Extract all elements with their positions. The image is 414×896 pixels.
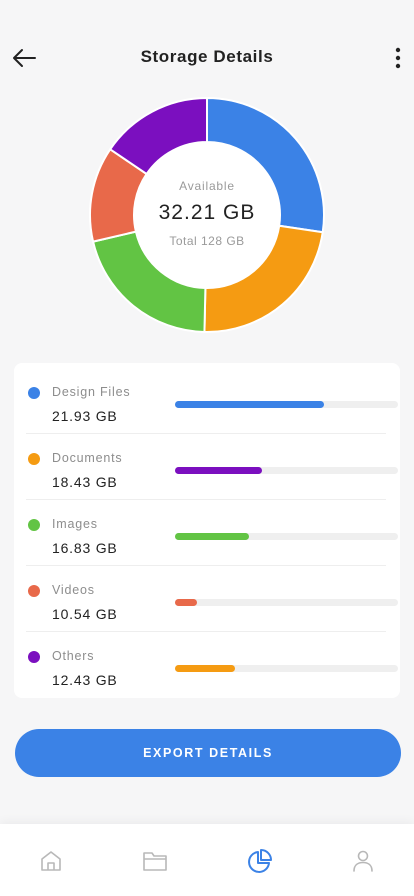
app-header: Storage Details	[0, 0, 414, 96]
usage-bar-track	[175, 665, 398, 672]
usage-bar-track	[175, 467, 398, 474]
storage-row-images[interactable]: Images 16.83 GB	[26, 500, 398, 566]
total-capacity-label: Total 128 GB	[169, 233, 245, 248]
usage-bar-fill	[175, 665, 236, 672]
storage-row-documents[interactable]: Documents 18.43 GB	[26, 434, 398, 500]
category-size: 12.43 GB	[52, 672, 118, 688]
category-dot	[28, 453, 40, 465]
storage-row-videos[interactable]: Videos 10.54 GB	[26, 566, 398, 632]
category-size: 16.83 GB	[52, 540, 118, 556]
category-name: Design Files	[52, 385, 131, 399]
page-title: Storage Details	[140, 47, 274, 66]
usage-bar-fill	[175, 533, 249, 540]
storage-breakdown-card: Design Files 21.93 GB Documents 18.43 GB…	[14, 363, 400, 698]
category-name: Others	[52, 649, 95, 663]
usage-bar-fill	[175, 467, 262, 474]
user-icon	[353, 850, 373, 872]
category-size: 21.93 GB	[52, 408, 118, 424]
storage-row-others[interactable]: Others 12.43 GB	[26, 632, 398, 698]
category-name: Documents	[52, 451, 123, 465]
usage-bar-track	[175, 401, 398, 408]
category-name: Images	[52, 517, 98, 531]
more-vertical-icon	[395, 47, 401, 69]
category-size: 10.54 GB	[52, 606, 118, 622]
usage-bar-track	[175, 533, 398, 540]
available-value: 32.21 GB	[158, 200, 256, 224]
storage-row-design-files[interactable]: Design Files 21.93 GB	[26, 368, 398, 434]
category-dot	[28, 585, 40, 597]
bottom-navigation	[0, 824, 414, 896]
nav-profile[interactable]	[348, 846, 378, 876]
category-size: 18.43 GB	[52, 474, 118, 490]
nav-files[interactable]	[140, 846, 170, 876]
nav-storage[interactable]	[245, 846, 275, 876]
more-options-button[interactable]	[386, 42, 410, 74]
donut-center-summary: Available 32.21 GB Total 128 GB	[88, 96, 326, 334]
category-name: Videos	[52, 583, 95, 597]
nav-home[interactable]	[36, 846, 66, 876]
folder-icon	[143, 852, 167, 871]
category-dot	[28, 519, 40, 531]
usage-bar-fill	[175, 599, 198, 606]
home-icon	[41, 851, 61, 871]
usage-bar-track	[175, 599, 398, 606]
storage-donut-chart: Available 32.21 GB Total 128 GB	[88, 96, 326, 334]
pie-chart-icon	[248, 849, 272, 873]
export-details-button[interactable]: EXPORT DETAILS	[15, 729, 401, 777]
category-dot	[28, 387, 40, 399]
category-dot	[28, 651, 40, 663]
available-label: Available	[179, 178, 235, 193]
usage-bar-fill	[175, 401, 325, 408]
